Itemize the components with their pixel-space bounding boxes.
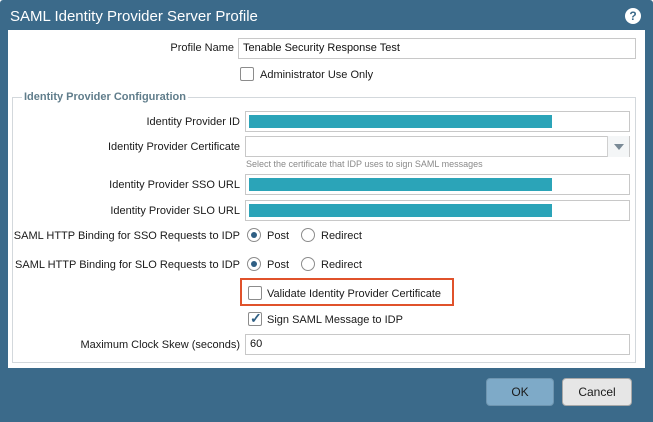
redacted-value — [249, 178, 552, 191]
idp-cert-label: Identity Provider Certificate — [107, 141, 240, 153]
clock-skew-label: Maximum Clock Skew (seconds) — [80, 339, 240, 351]
sso-binding-redirect-label: Redirect — [321, 230, 362, 242]
slo-binding-redirect-radio[interactable] — [301, 257, 315, 271]
slo-binding-label: SAML HTTP Binding for SLO Requests to ID… — [15, 259, 240, 271]
help-icon[interactable]: ? — [625, 8, 641, 24]
dialog-footer — [0, 368, 653, 422]
admin-use-only-label: Administrator Use Only — [260, 69, 374, 81]
profile-name-label: Profile Name — [170, 42, 234, 54]
sign-saml-label: Sign SAML Message to IDP — [267, 314, 403, 326]
idp-config-legend: Identity Provider Configuration — [22, 91, 188, 103]
sso-binding-label: SAML HTTP Binding for SSO Requests to ID… — [13, 230, 240, 242]
cancel-button[interactable]: Cancel — [562, 378, 632, 406]
ok-button[interactable]: OK — [486, 378, 554, 406]
idp-id-input[interactable] — [245, 111, 630, 132]
idp-id-label: Identity Provider ID — [146, 116, 240, 128]
slo-binding-post-radio[interactable] — [247, 257, 261, 271]
sign-saml-checkbox[interactable] — [248, 310, 262, 327]
idp-sso-url-input[interactable] — [245, 174, 630, 195]
sso-binding-post-radio[interactable] — [247, 228, 261, 242]
admin-use-only-checkbox[interactable] — [240, 67, 254, 81]
redacted-value — [249, 115, 552, 128]
idp-cert-select[interactable] — [245, 136, 630, 157]
redacted-value — [249, 204, 552, 217]
sso-binding-redirect-radio[interactable] — [301, 228, 315, 242]
clock-skew-input[interactable]: 60 — [245, 334, 630, 355]
chevron-down-icon[interactable] — [607, 136, 629, 157]
idp-sso-url-label: Identity Provider SSO URL — [109, 179, 240, 191]
sso-binding-post-label: Post — [267, 230, 290, 242]
validate-cert-label: Validate Identity Provider Certificate — [267, 288, 442, 300]
profile-name-input[interactable]: Tenable Security Response Test — [238, 38, 636, 59]
idp-slo-url-label: Identity Provider SLO URL — [110, 205, 240, 217]
slo-binding-redirect-label: Redirect — [321, 259, 362, 271]
validate-cert-checkbox[interactable] — [248, 286, 262, 300]
dialog-title: SAML Identity Provider Server Profile — [10, 8, 258, 25]
idp-cert-hint: Select the certificate that IDP uses to … — [246, 159, 483, 169]
idp-slo-url-input[interactable] — [245, 200, 630, 221]
saml-profile-dialog: SAML Identity Provider Server Profile ? … — [0, 0, 653, 422]
slo-binding-post-label: Post — [267, 259, 290, 271]
